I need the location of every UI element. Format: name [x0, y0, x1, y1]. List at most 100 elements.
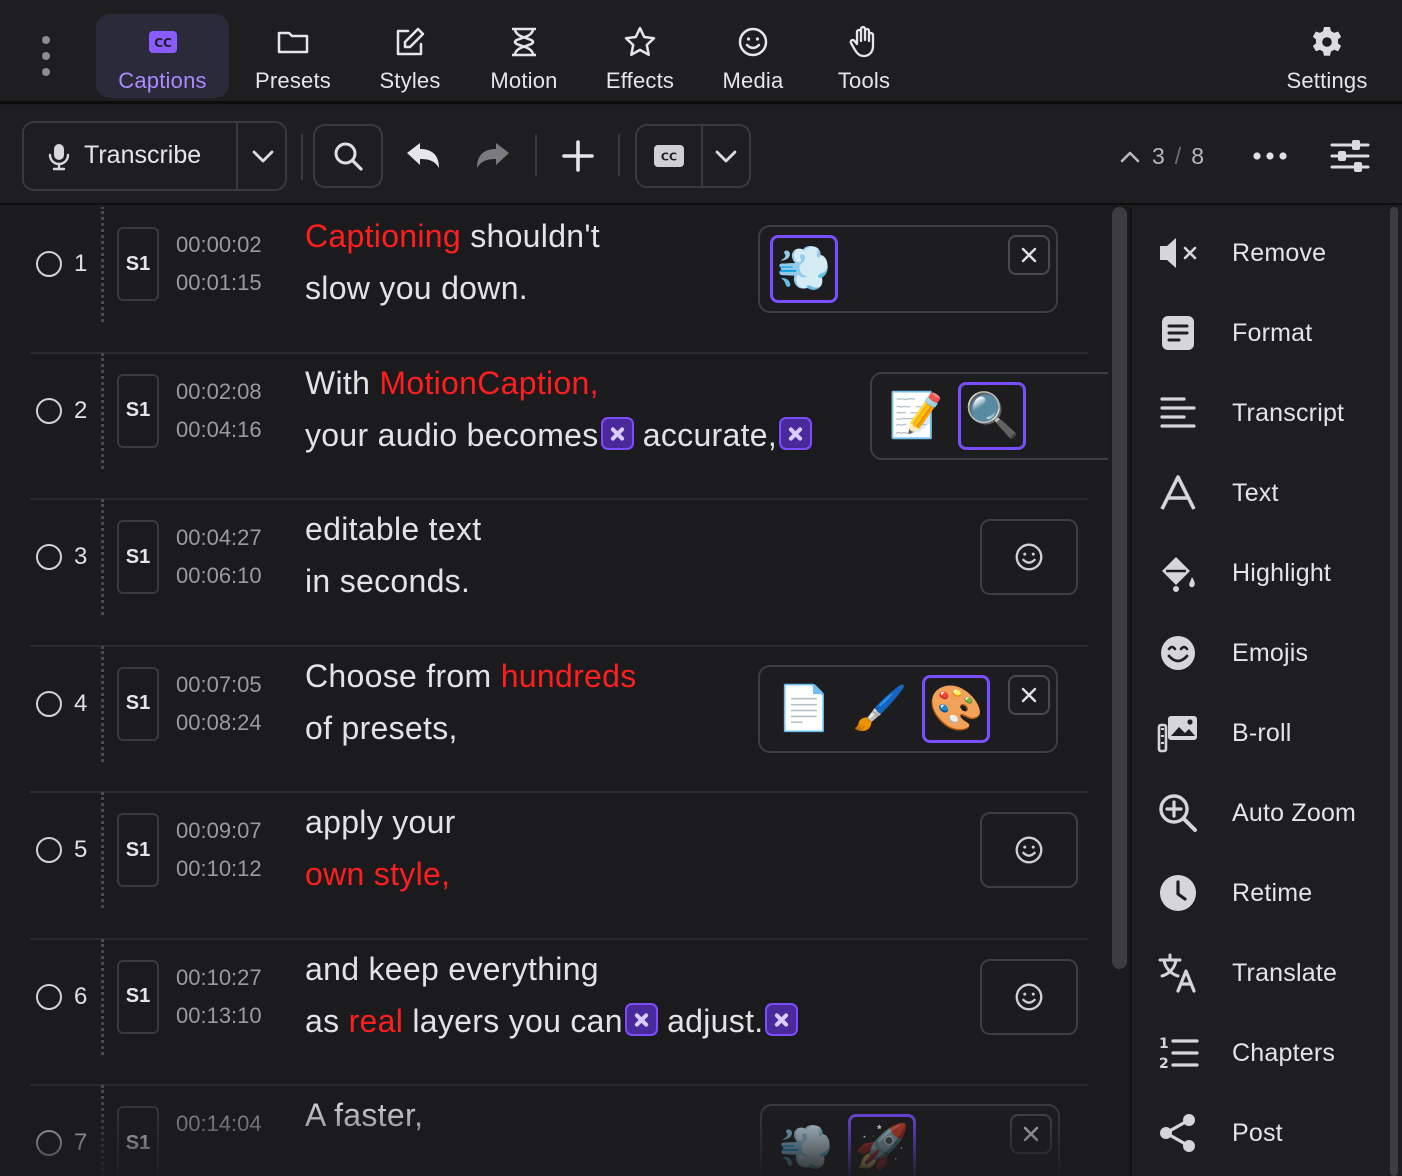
tab-effects[interactable]: Effects: [592, 14, 688, 98]
start-time[interactable]: 00:02:08: [176, 373, 262, 411]
caption-word[interactable]: adjust.: [658, 1003, 764, 1039]
transcribe-dropdown-button[interactable]: [238, 123, 287, 189]
start-time[interactable]: 00:09:07: [176, 812, 262, 850]
side-item-translate[interactable]: Translate: [1132, 943, 1392, 1003]
effect-thumbnail[interactable]: 🚀: [848, 1114, 916, 1176]
side-item-retime[interactable]: Retime: [1132, 863, 1392, 923]
caption-word[interactable]: editable text: [305, 511, 481, 547]
add-emoji-button[interactable]: [980, 519, 1078, 595]
caption-word[interactable]: apply your: [305, 804, 456, 840]
caption-word[interactable]: own style,: [305, 856, 450, 892]
caption-word[interactable]: shouldn't: [461, 218, 600, 254]
caption-line[interactable]: A faster,: [305, 1089, 423, 1141]
caption-word[interactable]: layers you can: [403, 1003, 623, 1039]
caption-row[interactable]: 4 S1 00:07:05 00:08:24 Choose from hundreds o…: [0, 645, 1108, 793]
effect-thumbnail[interactable]: 🖌️: [846, 675, 914, 743]
side-item-auto-zoom[interactable]: Auto Zoom: [1132, 783, 1392, 843]
add-caption-button[interactable]: [556, 134, 600, 178]
end-time[interactable]: 00:10:12: [176, 850, 262, 888]
speaker-badge[interactable]: S1: [117, 813, 159, 887]
redo-button[interactable]: [470, 134, 516, 178]
caption-line[interactable]: as real layers you can adjust.: [305, 995, 799, 1047]
start-time[interactable]: 00:10:27: [176, 959, 262, 997]
side-panel-scrollbar[interactable]: [1390, 207, 1398, 1176]
word-marker-icon[interactable]: [765, 1002, 799, 1036]
row-select-radio[interactable]: [36, 983, 62, 1010]
side-item-highlight[interactable]: Highlight: [1132, 543, 1392, 603]
tab-tools[interactable]: Tools: [818, 14, 910, 98]
tab-media[interactable]: Media: [706, 14, 800, 98]
caption-row[interactable]: 2 S1 00:02:08 00:04:16 With MotionCaption, yo…: [0, 352, 1108, 500]
undo-button[interactable]: [400, 134, 446, 178]
remove-effect-button[interactable]: [1008, 235, 1050, 275]
caption-word[interactable]: as: [305, 1003, 349, 1039]
caption-row[interactable]: 1 S1 00:00:02 00:01:15 Captioning shouldn't s…: [0, 207, 1108, 354]
timecode[interactable]: 00:10:27 00:13:10: [176, 959, 262, 1035]
row-select-radio[interactable]: [36, 251, 62, 277]
caption-row[interactable]: 3 S1 00:04:27 00:06:10 editable text in secon…: [0, 499, 1108, 647]
settings-button[interactable]: Settings: [1276, 14, 1378, 98]
caption-text[interactable]: Choose from hundreds of presets,: [305, 650, 637, 754]
speaker-badge[interactable]: S1: [117, 520, 159, 594]
search-button[interactable]: [313, 124, 383, 188]
caption-line[interactable]: With MotionCaption,: [305, 357, 812, 409]
transcribe-button[interactable]: Transcribe: [24, 123, 236, 189]
caption-line[interactable]: Choose from hundreds: [305, 650, 637, 702]
caption-line[interactable]: and keep everything: [305, 943, 798, 995]
end-time[interactable]: 00:04:16: [176, 411, 262, 449]
word-marker-icon[interactable]: [779, 416, 813, 450]
caption-line[interactable]: slow you down.: [305, 262, 600, 314]
row-select-radio[interactable]: [36, 1130, 62, 1156]
timecode[interactable]: 00:04:27 00:06:10: [176, 519, 262, 595]
remove-effect-button[interactable]: [1010, 1114, 1052, 1154]
caption-track-dropdown[interactable]: [703, 126, 749, 186]
caption-track-button[interactable]: CC: [637, 126, 701, 186]
timecode[interactable]: 00:14:04: [176, 1105, 262, 1143]
effect-thumbnail[interactable]: 📄: [770, 675, 838, 743]
side-item-chapters[interactable]: 1 2 Chapters: [1132, 1023, 1392, 1083]
caption-text[interactable]: With MotionCaption, your audio becomes ac…: [305, 357, 813, 461]
caption-line[interactable]: apply your: [305, 796, 456, 848]
side-item-b-roll[interactable]: B-roll: [1132, 703, 1392, 763]
caption-word[interactable]: Captioning: [305, 218, 461, 254]
side-item-post[interactable]: Post: [1132, 1103, 1392, 1163]
row-select-radio[interactable]: [36, 837, 62, 863]
word-marker-icon[interactable]: [624, 1002, 658, 1036]
timecode[interactable]: 00:02:08 00:04:16: [176, 373, 262, 449]
effect-thumbnail[interactable]: 💨: [770, 235, 838, 303]
caption-word[interactable]: of presets,: [305, 710, 458, 746]
start-time[interactable]: 00:07:05: [176, 666, 262, 704]
caption-word[interactable]: A faster,: [305, 1097, 423, 1133]
caption-line[interactable]: Captioning shouldn't: [305, 210, 600, 262]
tab-captions[interactable]: CC Captions: [96, 14, 229, 98]
caption-text[interactable]: apply your own style,: [305, 796, 456, 900]
add-emoji-button[interactable]: [980, 958, 1078, 1035]
speaker-badge[interactable]: S1: [117, 666, 159, 741]
caption-word[interactable]: With: [305, 365, 379, 401]
caption-text[interactable]: and keep everything as real layers you ca…: [305, 943, 799, 1047]
add-emoji-button[interactable]: [980, 812, 1078, 888]
caption-word[interactable]: MotionCaption,: [379, 365, 598, 401]
start-time[interactable]: 00:14:04: [176, 1105, 262, 1143]
caption-text[interactable]: A faster,: [305, 1089, 423, 1141]
caption-word[interactable]: in seconds.: [305, 563, 470, 599]
caption-word[interactable]: accurate,: [634, 417, 778, 453]
side-item-text[interactable]: Text: [1132, 463, 1392, 523]
caption-word[interactable]: real: [349, 1003, 404, 1039]
side-item-remove[interactable]: Remove: [1132, 223, 1392, 283]
effect-thumbnail[interactable]: 📝: [882, 382, 950, 450]
effect-thumbnail[interactable]: 🔍: [958, 381, 1026, 450]
start-time[interactable]: 00:04:27: [176, 519, 262, 557]
caption-word[interactable]: and keep everything: [305, 951, 599, 987]
end-time[interactable]: 00:06:10: [176, 557, 262, 595]
row-select-radio[interactable]: [36, 690, 62, 717]
start-time[interactable]: 00:00:02: [176, 226, 262, 264]
caption-list-scrollbar-thumb[interactable]: [1112, 207, 1127, 969]
chevron-up-icon[interactable]: [1118, 148, 1142, 164]
caption-row[interactable]: 6 S1 00:10:27 00:13:10 and keep everything as…: [0, 938, 1108, 1086]
effect-thumbnail[interactable]: 🎨: [922, 674, 990, 743]
more-options-button[interactable]: [1248, 140, 1292, 172]
tab-motion[interactable]: Motion: [476, 14, 572, 98]
more-menu-icon[interactable]: [36, 36, 56, 76]
caption-line[interactable]: own style,: [305, 848, 456, 900]
